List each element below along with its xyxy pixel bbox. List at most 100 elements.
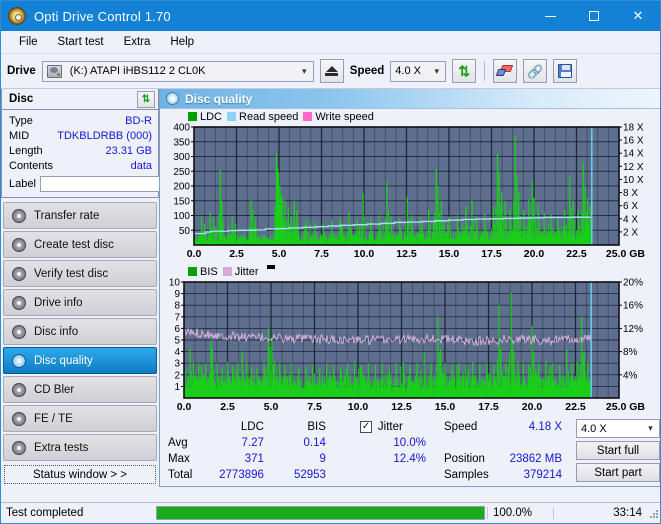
sidebar-item-cd-bler[interactable]: CD Bler (3, 376, 157, 403)
stats-samples-key: Samples (444, 469, 489, 481)
sidebar-item-disc-info[interactable]: Disc info (3, 318, 157, 345)
stats-row-blank (444, 435, 562, 451)
stats-row-labels: Avg Max Total (160, 419, 202, 483)
sidebar: Disc ⇅ Type BD-R MID TDKBLDRBB (000) Len… (1, 89, 207, 487)
svg-text:10: 10 (169, 278, 181, 289)
sidebar-item-disc-quality[interactable]: Disc quality (3, 347, 157, 374)
svg-text:8: 8 (174, 301, 180, 312)
stats-label-avg: Avg (168, 437, 188, 449)
legend-label: Jitter (234, 265, 259, 278)
legend-item-ldc: LDC (188, 111, 222, 123)
eject-button[interactable] (319, 59, 344, 83)
menu-extra[interactable]: Extra (114, 33, 161, 51)
disc-length-value: 23.31 GB (105, 144, 152, 157)
disc-contents-value: data (130, 159, 152, 172)
svg-text:200: 200 (173, 182, 190, 193)
disc-panel: Disc ⇅ Type BD-R MID TDKBLDRBB (000) Len… (1, 89, 207, 198)
menu-file[interactable]: File (9, 33, 48, 51)
chevron-down-icon: ▾ (648, 423, 653, 433)
disc-mid-key: MID (9, 129, 30, 142)
svg-text:2.5: 2.5 (229, 248, 244, 260)
page-title: Disc quality (185, 91, 253, 106)
bis-chart-block: BIS Jitter 1 2 3 4 5 6 7 8 9 10 4% 8% 12% 16% 20% 0.0 2.… (160, 265, 660, 416)
sidebar-item-label: Extra tests (34, 441, 89, 454)
svg-text:4: 4 (174, 347, 180, 358)
drive-select[interactable]: (K:) ATAPI iHBS112 2 CL0K ▾ (41, 60, 314, 82)
menu-extra-label: Extra (123, 36, 151, 48)
close-icon: ✕ (632, 8, 644, 23)
disc-label-key: Label (9, 178, 36, 190)
svg-text:10 X: 10 X (623, 175, 644, 186)
bis-chart-svg[interactable]: 12345678910 4% 8% 12% 16% 20% 0.0 2.5 5.0 7.5 10.0… (160, 278, 659, 416)
speed-select[interactable]: 4.0 X ▾ (390, 60, 447, 82)
sidebar-item-create-test-disc[interactable]: Create test disc (3, 231, 157, 258)
stats-jitter-avg: 10.0% (393, 437, 426, 449)
legend-item-read-speed: Read speed (227, 111, 298, 123)
legend-label: Read speed (239, 110, 299, 123)
stats-speed-key: Speed (444, 421, 478, 433)
status-window-label: Status window > > (33, 468, 127, 481)
svg-text:15.0: 15.0 (435, 401, 456, 413)
svg-text:400: 400 (173, 123, 190, 134)
refresh-icon: ⇅ (141, 93, 151, 105)
start-full-button[interactable]: Start full (576, 441, 660, 460)
svg-text:100: 100 (173, 211, 190, 222)
svg-text:4%: 4% (623, 370, 638, 381)
test-speed-select[interactable]: 4.0 X ▾ (576, 419, 660, 438)
svg-text:0.0: 0.0 (177, 401, 192, 413)
svg-text:0.0: 0.0 (187, 248, 202, 260)
sidebar-item-label: Transfer rate (34, 209, 100, 222)
refresh-button[interactable]: ⇅ (452, 59, 477, 83)
menu-help[interactable]: Help (160, 33, 204, 51)
legend-swatch (227, 112, 237, 121)
sidebar-item-verify-test-disc[interactable]: Verify test disc (3, 260, 157, 287)
status-message: Test completed (6, 507, 84, 519)
stats-bis-avg: 0.14 (303, 437, 326, 449)
start-part-button[interactable]: Start part (576, 463, 660, 482)
stats-ldc-max: 371 (244, 453, 264, 465)
svg-text:9: 9 (174, 289, 180, 300)
minimize-button[interactable] (528, 1, 572, 31)
save-button[interactable] (553, 59, 578, 83)
disc-refresh-button[interactable]: ⇅ (137, 90, 155, 108)
erase-button[interactable] (493, 59, 518, 83)
svg-text:12%: 12% (623, 324, 643, 335)
legend-swatch (303, 112, 313, 121)
sidebar-item-drive-info[interactable]: Drive info (3, 289, 157, 316)
sidebar-item-label: Verify test disc (34, 267, 109, 280)
legend-label: LDC (200, 110, 223, 123)
speed-select-value: 4.0 X (395, 65, 421, 77)
window-controls: ✕ (528, 1, 660, 31)
chain-button[interactable]: 🔗 (523, 59, 548, 83)
legend-item-write-speed: Write speed (303, 111, 374, 123)
svg-text:6: 6 (174, 324, 180, 335)
svg-text:15.0: 15.0 (439, 248, 460, 260)
stats-label-total: Total (168, 469, 193, 481)
maximize-button[interactable] (572, 1, 616, 31)
menu-start-test[interactable]: Start test (48, 33, 114, 51)
svg-text:20.0: 20.0 (522, 401, 543, 413)
stats-grid: LDC 7.27 371 2773896 BIS 0.14 9 52953 (202, 419, 326, 483)
sidebar-item-fe-te[interactable]: FE / TE (3, 405, 157, 432)
svg-text:16 X: 16 X (623, 136, 644, 147)
close-button[interactable]: ✕ (616, 1, 660, 31)
resize-grip-icon[interactable] (648, 508, 658, 518)
sidebar-item-transfer-rate[interactable]: Transfer rate (3, 202, 157, 229)
stats-samples-value: 379214 (523, 469, 562, 481)
svg-text:7: 7 (174, 312, 180, 323)
charts-container: LDC Read speed Write speed 50 100 150 200 25… (160, 109, 660, 416)
svg-text:6 X: 6 X (623, 201, 638, 212)
disc-icon (12, 324, 26, 339)
start-part-label: Start part (594, 466, 642, 479)
stats-jitter-max: 12.4% (393, 453, 426, 465)
sidebar-item-extra-tests[interactable]: Extra tests (3, 434, 157, 461)
svg-text:1: 1 (174, 382, 180, 393)
jitter-checkbox[interactable]: ✓ (359, 421, 372, 433)
sidebar-item-label: CD Bler (34, 383, 75, 396)
disc-contents-key: Contents (9, 159, 54, 172)
svg-text:16%: 16% (623, 301, 643, 312)
status-window-button[interactable]: Status window > > (4, 465, 156, 484)
svg-text:25.0 GB: 25.0 GB (606, 248, 646, 260)
ldc-chart-svg[interactable]: 50 100 150 200 250 300 350 400 2 X 4 X 6 X 8 X 10 X 1… (160, 123, 659, 263)
stats-row-samples: Samples 379214 (444, 467, 562, 483)
